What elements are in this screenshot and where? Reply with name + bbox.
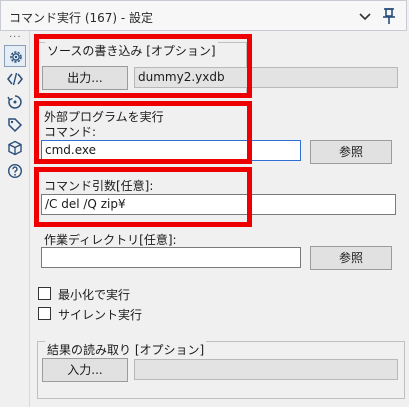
chevron-down-icon[interactable] <box>357 8 373 24</box>
gear-icon <box>10 51 22 63</box>
pin-icon[interactable] <box>381 7 397 25</box>
minimize-checkbox[interactable] <box>38 287 51 300</box>
minimize-label: 最小化で実行 <box>58 288 131 302</box>
rail-box-button[interactable] <box>4 137 26 159</box>
help-icon <box>7 163 23 179</box>
workdir-browse-button[interactable]: 参照 <box>310 246 392 270</box>
rail-help-button[interactable] <box>4 160 26 182</box>
xml-code-icon <box>7 72 23 86</box>
workdir-input[interactable] <box>41 247 301 268</box>
read-results-title: 結果の読み取り [オプション] <box>45 341 207 358</box>
input-file-field[interactable] <box>134 359 398 380</box>
silent-checkbox[interactable] <box>38 307 51 320</box>
rail-overflow[interactable]: ... <box>9 29 22 40</box>
configuration-panel: ソースの書き込み [オプション] 出力... dummy2.yxdb 外部プログ… <box>30 31 409 407</box>
annotation-icon <box>7 95 22 109</box>
command-input[interactable]: cmd.exe <box>41 140 301 161</box>
write-source-title: ソースの書き込み [オプション] <box>45 42 218 59</box>
rail-annotation-button[interactable] <box>4 91 26 113</box>
command-label: コマンド: <box>44 125 97 139</box>
window-title: コマンド実行 (167) - 設定 <box>9 11 154 25</box>
silent-label: サイレント実行 <box>58 308 143 322</box>
rail-config-button[interactable] <box>4 45 26 67</box>
cube-icon <box>8 140 22 156</box>
tag-icon <box>8 118 23 133</box>
output-button[interactable]: 出力... <box>42 66 128 90</box>
window-header: コマンド実行 (167) - 設定 <box>0 0 407 31</box>
input-button[interactable]: 入力... <box>42 358 128 382</box>
args-label: コマンド引数[任意]: <box>44 179 154 193</box>
rail-tag-button[interactable] <box>4 114 26 136</box>
args-input[interactable]: /C del /Q zip¥ <box>41 194 396 215</box>
workdir-label: 作業ディレクトリ[任意]: <box>44 233 177 247</box>
output-file-field[interactable]: dummy2.yxdb <box>134 67 398 88</box>
tool-rail: ... <box>0 29 30 407</box>
command-browse-button[interactable]: 参照 <box>310 140 392 164</box>
rail-xml-button[interactable] <box>4 68 26 90</box>
